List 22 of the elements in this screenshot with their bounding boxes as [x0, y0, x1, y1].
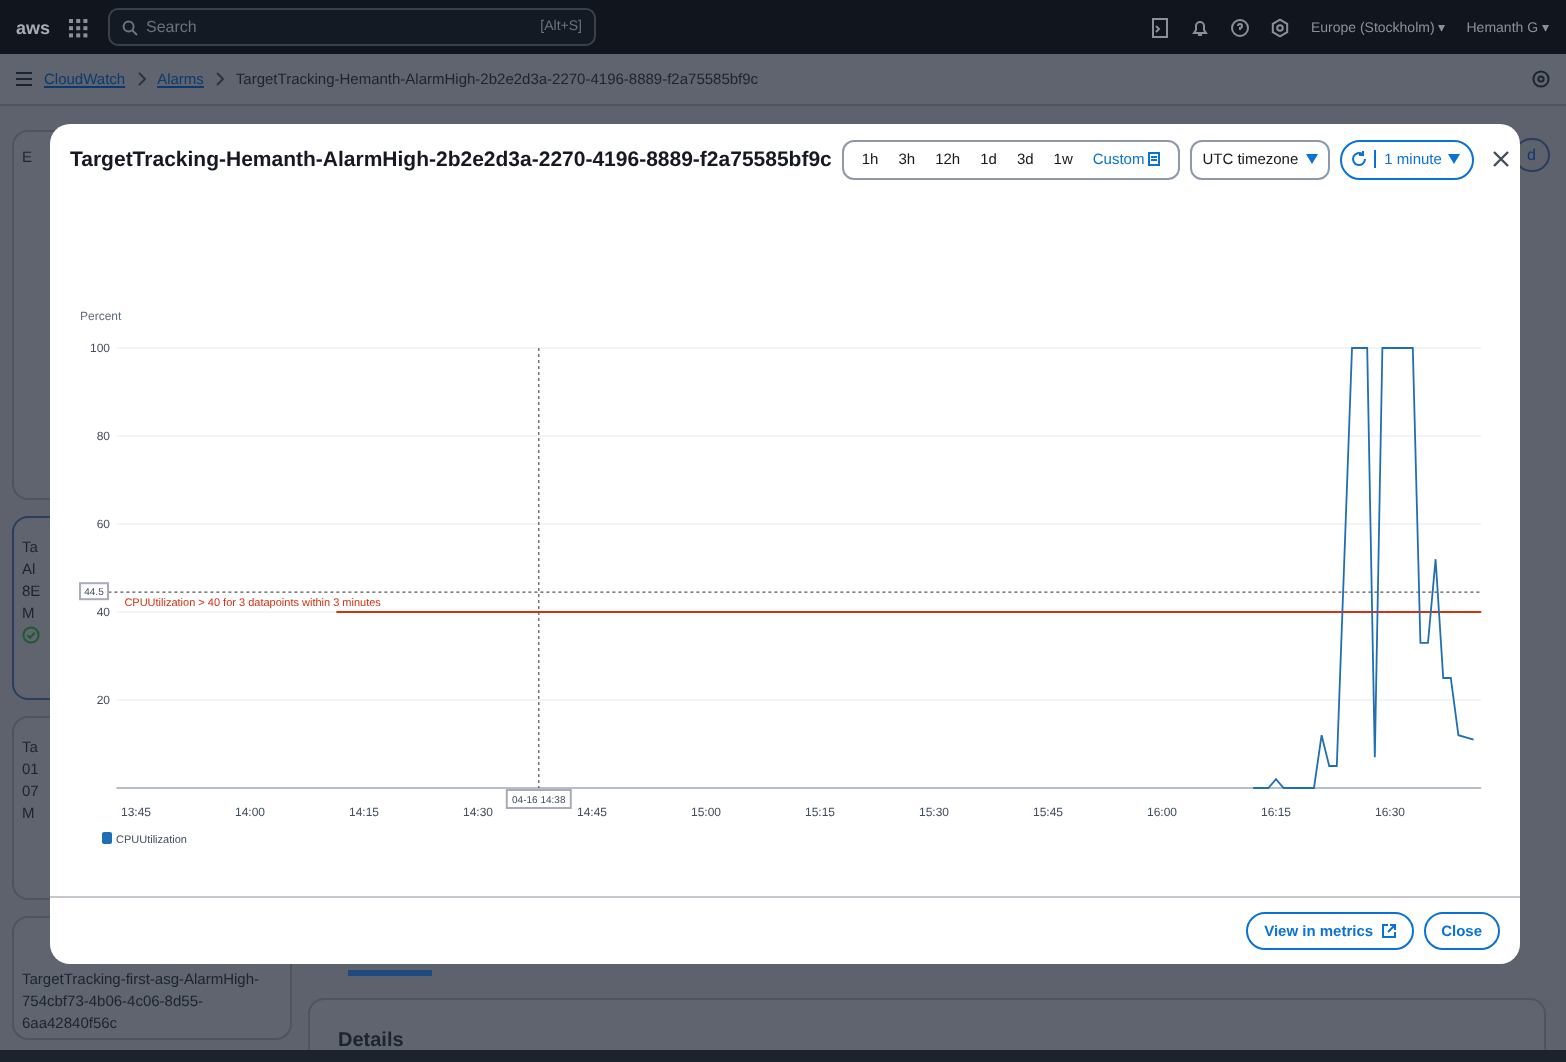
- details-heading: Details: [338, 1030, 404, 1050]
- external-link-icon: [1381, 923, 1396, 938]
- search-icon: [122, 19, 138, 35]
- help-icon[interactable]: [1230, 17, 1251, 37]
- dialog-title: TargetTracking-Hemanth-AlarmHigh-2b2e2d3a-2270-4196-8889-f2a75585bf9c: [70, 147, 832, 172]
- caret-icon: [1447, 154, 1460, 165]
- crosshair-value-label: [79, 582, 109, 601]
- close-icon[interactable]: [1491, 150, 1510, 169]
- bell-icon[interactable]: [1190, 17, 1211, 37]
- refresh-icon[interactable]: [1350, 150, 1369, 169]
- calendar-icon: [1148, 152, 1161, 167]
- terminal-icon[interactable]: [1150, 17, 1171, 37]
- settings-icon[interactable]: [1270, 17, 1291, 37]
- crosshair-time-label: [505, 788, 572, 809]
- search-field[interactable]: Search: [146, 18, 533, 36]
- menu-icon[interactable]: [16, 72, 32, 86]
- caret-icon: [1306, 154, 1319, 165]
- chevron-icon: [137, 72, 146, 86]
- logo[interactable]: aws: [16, 17, 48, 37]
- info-icon[interactable]: [1532, 70, 1550, 88]
- chevron-icon: [215, 72, 224, 86]
- grid-icon[interactable]: [68, 17, 88, 37]
